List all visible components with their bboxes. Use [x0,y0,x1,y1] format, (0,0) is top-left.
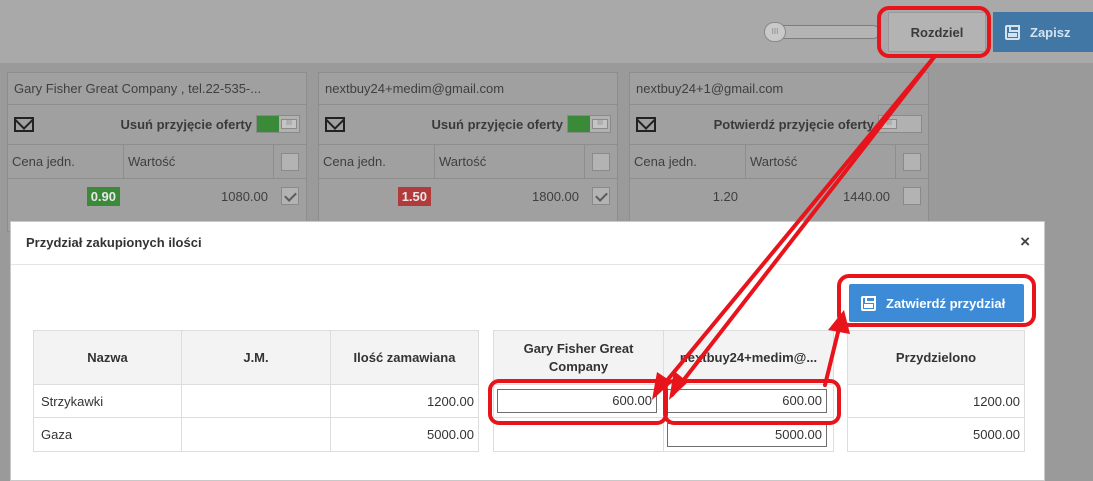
table-row: 5000.00 [847,417,1025,452]
row-checkbox[interactable] [592,187,610,205]
envelope-icon[interactable] [636,117,656,132]
view-toggle-slider[interactable]: III [764,22,880,42]
split-button[interactable]: Rozdziel [888,12,986,52]
col-header-allocated: Przydzielono [847,330,1025,385]
accept-offer-toggle[interactable]: III [878,115,922,133]
col-unit-price: Cena jedn. [630,145,746,178]
offer-value: 1080.00 [221,188,268,204]
col-header-supplier-1: Gary Fisher Great Company [493,330,664,385]
confirm-allocation-button[interactable]: Zatwierdź przydział [849,284,1024,322]
col-value: Wartość [746,145,896,178]
col-value: Wartość [124,145,274,178]
allocated-table: Przydzielono 1200.00 5000.00 [847,330,1025,452]
offer-value: 1440.00 [843,188,890,204]
floppy-disk-icon [1005,24,1020,40]
select-all-checkbox[interactable] [281,152,299,171]
accept-offer-toggle[interactable]: III [567,115,611,133]
offer-action-label: Usuń przyjęcie oferty [120,117,253,132]
modal-header: Przydział zakupionych ilości × [11,222,1044,265]
close-icon[interactable]: × [1020,232,1030,252]
col-header-name: Nazwa [33,330,182,385]
item-allocated: 5000.00 [847,417,1025,452]
offer-card-1: Gary Fisher Great Company , tel.22-535-.… [7,72,307,232]
item-unit [181,417,331,452]
unit-price-value: 1.20 [712,188,738,204]
item-ordered-qty: 1200.00 [330,384,479,418]
envelope-icon[interactable] [14,117,34,132]
items-table: Nazwa J.M. Ilość zamawiana Strzykawki 12… [33,330,479,452]
col-header-unit: J.M. [181,330,331,385]
offer-action-label: Usuń przyjęcie oferty [431,117,564,132]
table-row: 600.00 600.00 [493,384,834,418]
row-checkbox[interactable] [903,187,921,205]
offer-card-header: nextbuy24+1@gmail.com [630,73,928,105]
item-unit [181,384,331,418]
item-name: Gaza [33,417,182,452]
slider-knob[interactable]: III [764,22,786,42]
col-value: Wartość [435,145,585,178]
table-row: 1200.00 [847,384,1025,418]
col-unit-price: Cena jedn. [8,145,124,178]
unit-price-badge: 0.90 [86,186,120,206]
col-header-ordered-qty: Ilość zamawiana [330,330,479,385]
offer-value: 1800.00 [532,188,579,204]
top-toolbar: III Rozdziel Zapisz [0,0,1093,63]
envelope-icon[interactable] [325,117,345,132]
item-name: Strzykawki [33,384,182,418]
supplier-1-qty-input[interactable]: 600.00 [497,389,657,413]
col-header-supplier-2: nextbuy24+medim@... [663,330,834,385]
offer-card-2: nextbuy24+medim@gmail.com Usuń przyjęcie… [318,72,618,232]
offer-action-label: Potwierdź przyjęcie oferty [713,117,874,132]
col-unit-price: Cena jedn. [319,145,435,178]
offer-card-3: nextbuy24+1@gmail.com Potwierdź przyjęci… [629,72,929,232]
modal-title: Przydział zakupionych ilości [26,235,202,250]
supplier-allocation-table: Gary Fisher Great Company nextbuy24+medi… [493,330,834,452]
table-row: Strzykawki 1200.00 [33,384,479,418]
offer-card-header: Gary Fisher Great Company , tel.22-535-.… [8,73,306,105]
allocation-modal: Przydział zakupionych ilości × Zatwierdź… [10,221,1045,481]
table-row: 5000.00 [493,417,834,452]
select-all-checkbox[interactable] [592,152,610,171]
table-row: Gaza 5000.00 [33,417,479,452]
supplier-2-qty-input[interactable]: 5000.00 [667,422,827,447]
item-allocated: 1200.00 [847,384,1025,418]
supplier-1-qty-empty [493,417,664,452]
unit-price-badge: 1.50 [397,186,431,206]
row-checkbox[interactable] [281,187,299,205]
floppy-disk-icon [861,295,876,311]
select-all-checkbox[interactable] [903,152,921,171]
item-ordered-qty: 5000.00 [330,417,479,452]
accept-offer-toggle[interactable]: III [256,115,300,133]
supplier-2-qty-input[interactable]: 600.00 [667,389,827,413]
save-button-label: Zapisz [1030,24,1071,40]
offer-card-header: nextbuy24+medim@gmail.com [319,73,617,105]
confirm-allocation-label: Zatwierdź przydział [886,295,1006,311]
save-button[interactable]: Zapisz [993,12,1093,52]
